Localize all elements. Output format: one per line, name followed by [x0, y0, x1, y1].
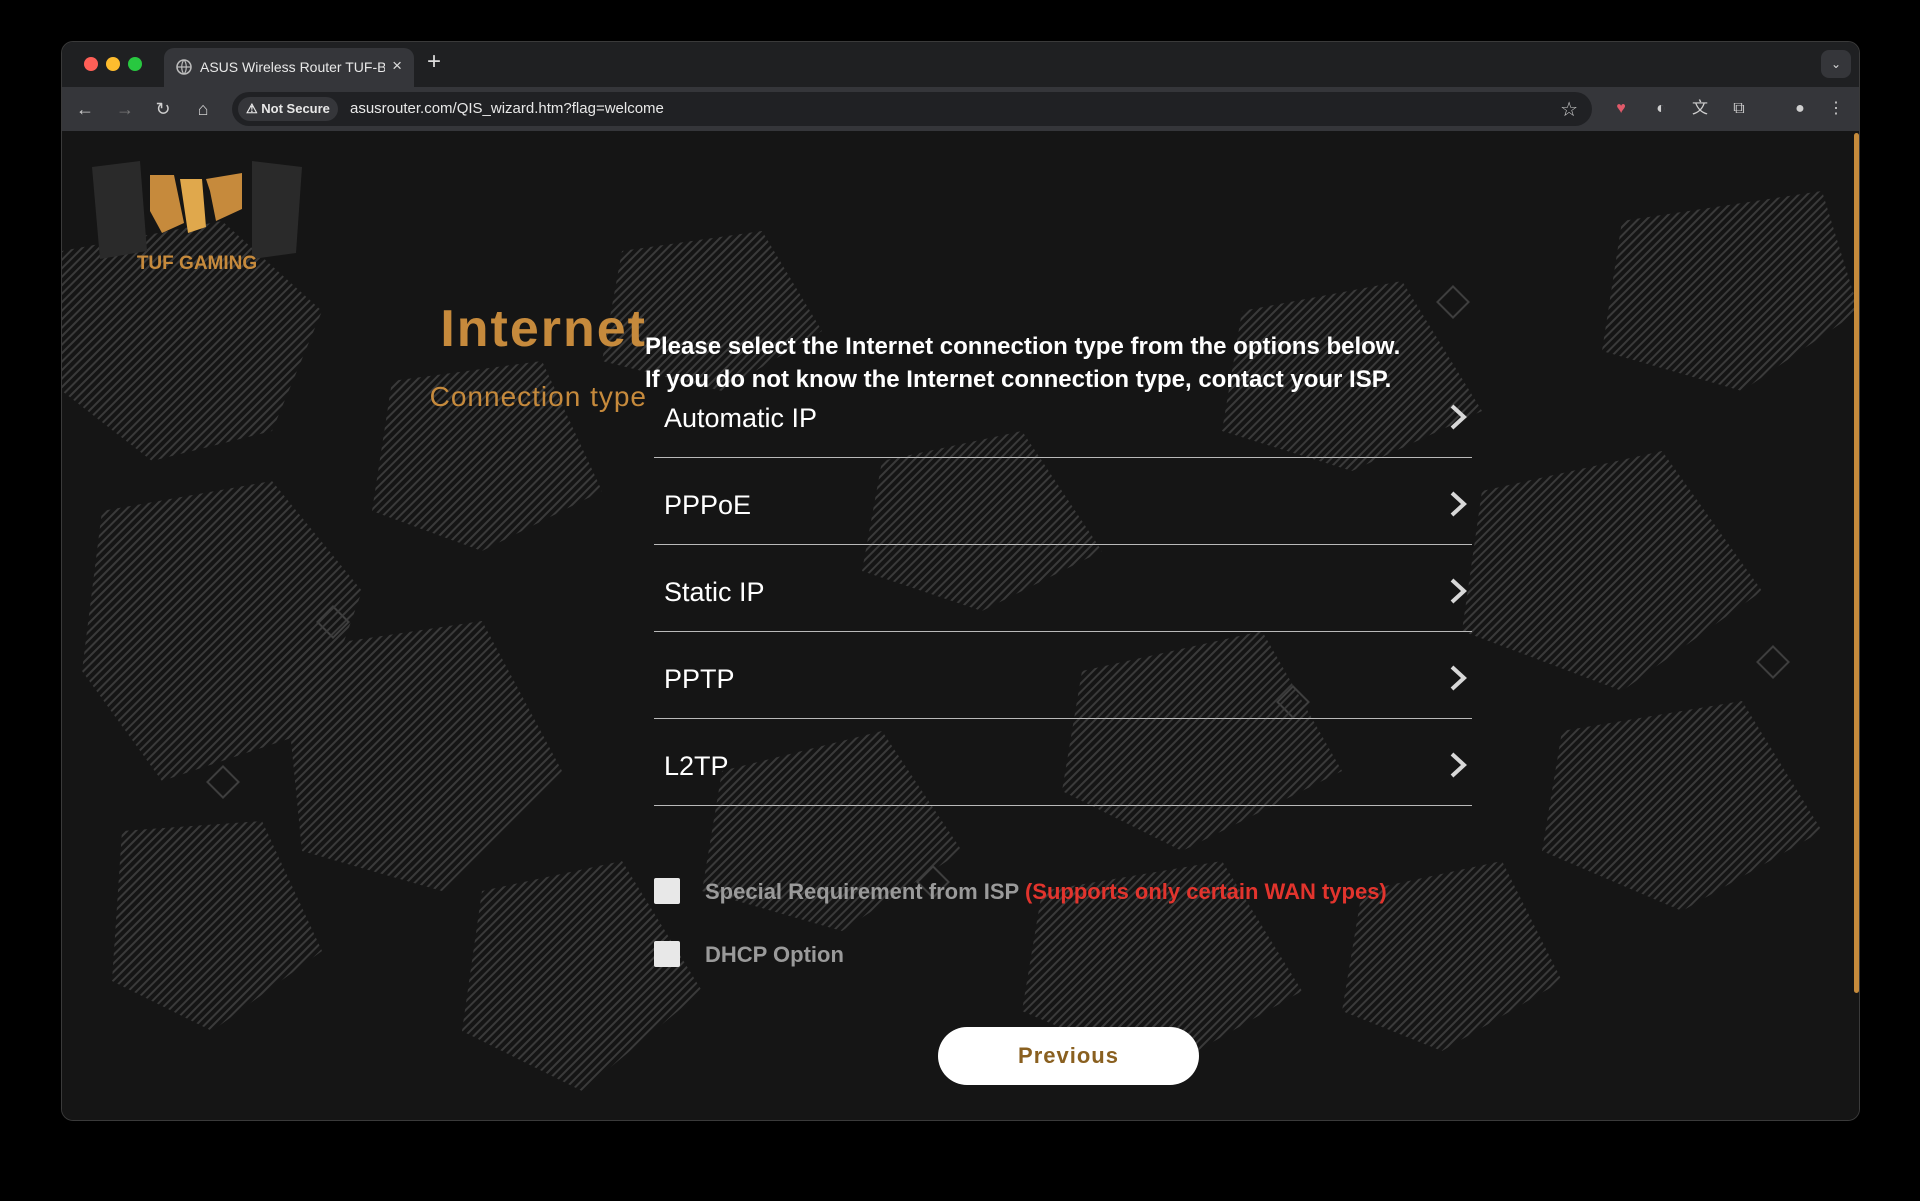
- tab-search-button[interactable]: ⌄: [1821, 50, 1851, 78]
- tuf-gaming-logo: TUF GAMING: [92, 161, 302, 274]
- dhcp-option-label: DHCP Option: [705, 942, 844, 967]
- extension-icon[interactable]: ◐: [1650, 98, 1672, 120]
- browser-toolbar: ← → ↻ ⌂ ⚠ Not Secure asusrouter.com/QIS_…: [62, 87, 1859, 131]
- browser-tab[interactable]: ASUS Wireless Router TUF-B ×: [164, 48, 414, 87]
- chevron-right-icon: [1450, 665, 1467, 691]
- instruction-line-1: Please select the Internet connection ty…: [645, 333, 1401, 360]
- close-window-button[interactable]: [84, 57, 98, 71]
- page-content: TUF GAMING Internet Connection type Plea…: [62, 131, 1859, 1120]
- special-requirement-checkbox[interactable]: [654, 878, 680, 904]
- address-bar[interactable]: ⚠ Not Secure asusrouter.com/QIS_wizard.h…: [232, 92, 1592, 126]
- chevron-right-icon: [1450, 491, 1467, 517]
- close-tab-icon[interactable]: ×: [392, 56, 402, 76]
- option-label: L2TP: [664, 751, 729, 781]
- option-pptp[interactable]: PPTP: [654, 632, 1472, 719]
- avatar[interactable]: ●: [1789, 98, 1811, 120]
- option-label: Automatic IP: [664, 403, 818, 433]
- connection-type-list: Automatic IP PPPoE Static IP PPTP L2TP: [654, 371, 1472, 806]
- minimize-window-button[interactable]: [106, 57, 120, 71]
- back-arrow-icon[interactable]: ←: [74, 98, 96, 120]
- option-l2tp[interactable]: L2TP: [654, 719, 1472, 806]
- option-pppoe[interactable]: PPPoE: [654, 458, 1472, 545]
- special-requirement-note: (Supports only certain WAN types): [1024, 879, 1387, 904]
- browser-window: ASUS Wireless Router TUF-B × + ⌄ ← → ↻ ⌂…: [61, 41, 1860, 1121]
- logo-text: TUF GAMING: [137, 253, 257, 274]
- page-title: Internet: [440, 300, 647, 358]
- option-static-ip[interactable]: Static IP: [654, 545, 1472, 632]
- page-scrollbar[interactable]: [1854, 133, 1859, 993]
- chevron-right-icon: [1450, 578, 1467, 604]
- puzzle-icon[interactable]: ⧉: [1728, 98, 1750, 120]
- globe-icon: [176, 59, 192, 75]
- forward-arrow-icon[interactable]: →: [114, 98, 136, 120]
- security-indicator[interactable]: ⚠ Not Secure: [238, 97, 338, 121]
- translate-icon[interactable]: 文: [1689, 98, 1711, 120]
- chevron-right-icon: [1450, 752, 1467, 778]
- option-label: PPTP: [664, 664, 735, 694]
- home-icon[interactable]: ⌂: [192, 98, 214, 120]
- option-automatic-ip[interactable]: Automatic IP: [654, 371, 1472, 458]
- dhcp-option-checkbox[interactable]: [654, 941, 680, 967]
- url-text[interactable]: asusrouter.com/QIS_wizard.htm?flag=welco…: [350, 100, 664, 117]
- bookmark-star-icon[interactable]: ☆: [1560, 97, 1578, 122]
- new-tab-button[interactable]: +: [427, 48, 441, 76]
- option-label: PPPoE: [664, 490, 752, 520]
- pocket-icon[interactable]: ♥: [1610, 98, 1632, 120]
- security-label: Not Secure: [261, 101, 330, 116]
- previous-button[interactable]: Previous: [938, 1027, 1199, 1085]
- option-label: Static IP: [664, 577, 765, 607]
- tab-strip: ASUS Wireless Router TUF-B × + ⌄: [62, 42, 1859, 87]
- chevron-right-icon: [1450, 404, 1467, 430]
- page-subtitle: Connection type: [429, 381, 647, 412]
- more-menu-icon[interactable]: ⋮: [1825, 98, 1847, 120]
- special-requirement-label: Special Requirement from ISP: [705, 879, 1019, 904]
- maximize-window-button[interactable]: [128, 57, 142, 71]
- tab-title: ASUS Wireless Router TUF-B: [200, 59, 385, 75]
- reload-icon[interactable]: ↻: [152, 98, 174, 120]
